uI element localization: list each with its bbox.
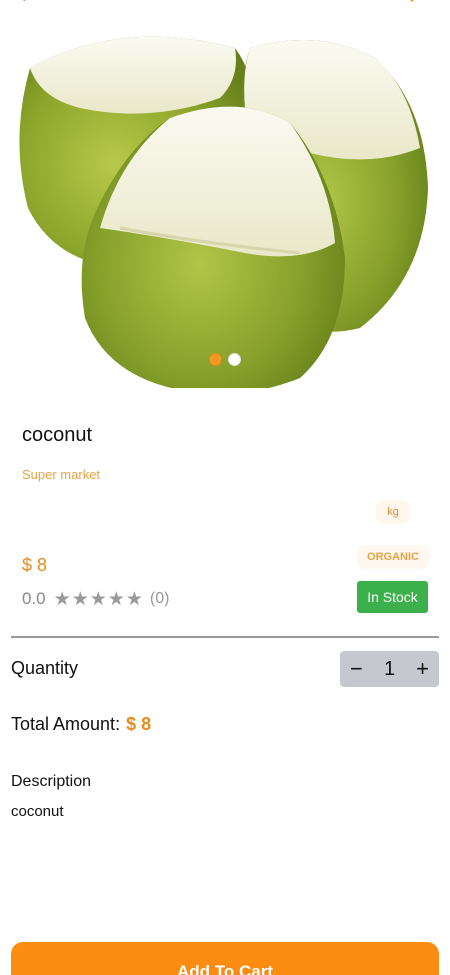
total-amount-value: $ 8 [126, 714, 152, 734]
unit-badge: kg [376, 500, 410, 524]
star-icon: ★ [53, 588, 71, 610]
description-text: coconut [11, 803, 64, 820]
top-bar: ‹ ❖ [0, 0, 450, 6]
carousel-indicator [0, 354, 450, 368]
product-image-carousel[interactable] [0, 28, 450, 388]
product-name: coconut [22, 424, 93, 446]
star-icon: ★ [125, 588, 143, 610]
quantity-label: Quantity [11, 658, 79, 678]
star-icon: ★ [107, 588, 125, 610]
product-price: $ 8 [22, 555, 48, 575]
divider [11, 636, 439, 638]
cart-icon[interactable]: ❖ [404, 0, 420, 7]
add-to-cart-button[interactable]: Add To Cart [11, 942, 439, 975]
coconut-image [19, 36, 428, 388]
star-icon: ★ [71, 588, 89, 610]
stock-status-badge: In Stock [357, 581, 428, 613]
star-icon: ★ [89, 588, 107, 610]
quantity-stepper: − 1 + [340, 651, 439, 687]
decrement-button[interactable]: − [350, 658, 363, 680]
quantity-value: 1 [383, 657, 396, 680]
increment-button[interactable]: + [416, 658, 429, 680]
carousel-dot[interactable] [229, 354, 240, 365]
total-amount-row: Total Amount: $ 8 [11, 714, 151, 735]
description-heading: Description [11, 773, 92, 790]
back-arrow-icon[interactable]: ‹ [20, 0, 26, 7]
organic-badge: ORGANIC [357, 545, 429, 569]
carousel-dot-active[interactable] [210, 354, 221, 365]
rating-row: 0.0 ★ ★ ★ ★ ★ (0) [22, 589, 169, 609]
store-name[interactable]: Super market [22, 467, 100, 482]
total-amount-label: Total Amount: [11, 714, 121, 734]
rating-value: 0.0 [22, 589, 46, 608]
rating-count: (0) [149, 590, 170, 607]
